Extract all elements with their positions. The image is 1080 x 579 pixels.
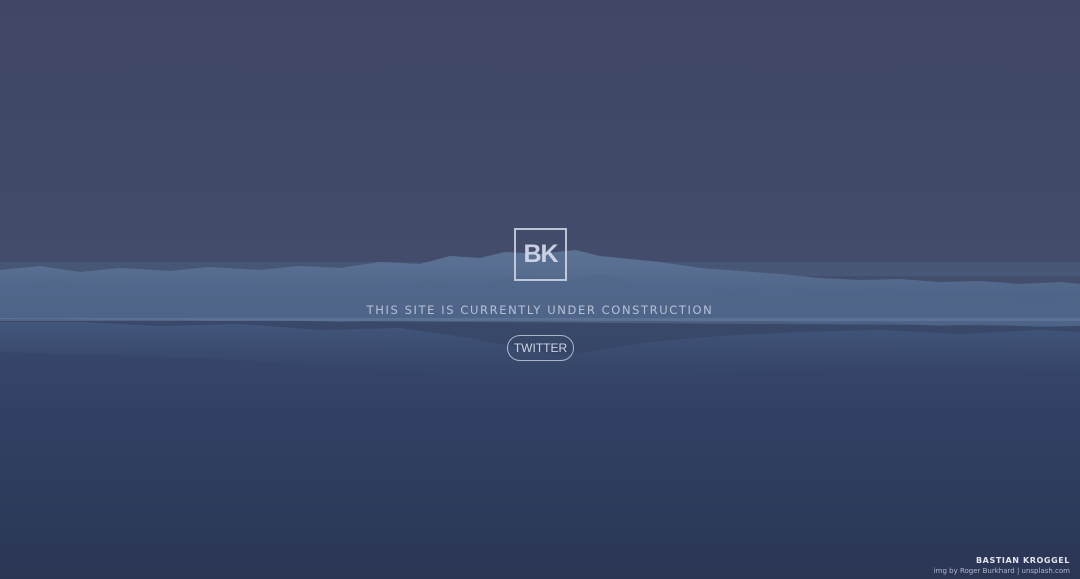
logo-text: BK bbox=[523, 240, 558, 268]
footer-credits: BASTIAN KROGGEL img by Roger Burkhard | … bbox=[934, 555, 1070, 576]
author-name: BASTIAN KROGGEL bbox=[975, 556, 1070, 565]
brand-logo: BK bbox=[514, 228, 567, 281]
image-credit-link[interactable]: img by Roger Burkhard | unsplash.com bbox=[934, 566, 1070, 576]
twitter-button[interactable]: TWITTER bbox=[507, 335, 574, 361]
background-image bbox=[0, 0, 1080, 579]
construction-tagline: THIS SITE IS CURRENTLY UNDER CONSTRUCTIO… bbox=[366, 303, 714, 317]
